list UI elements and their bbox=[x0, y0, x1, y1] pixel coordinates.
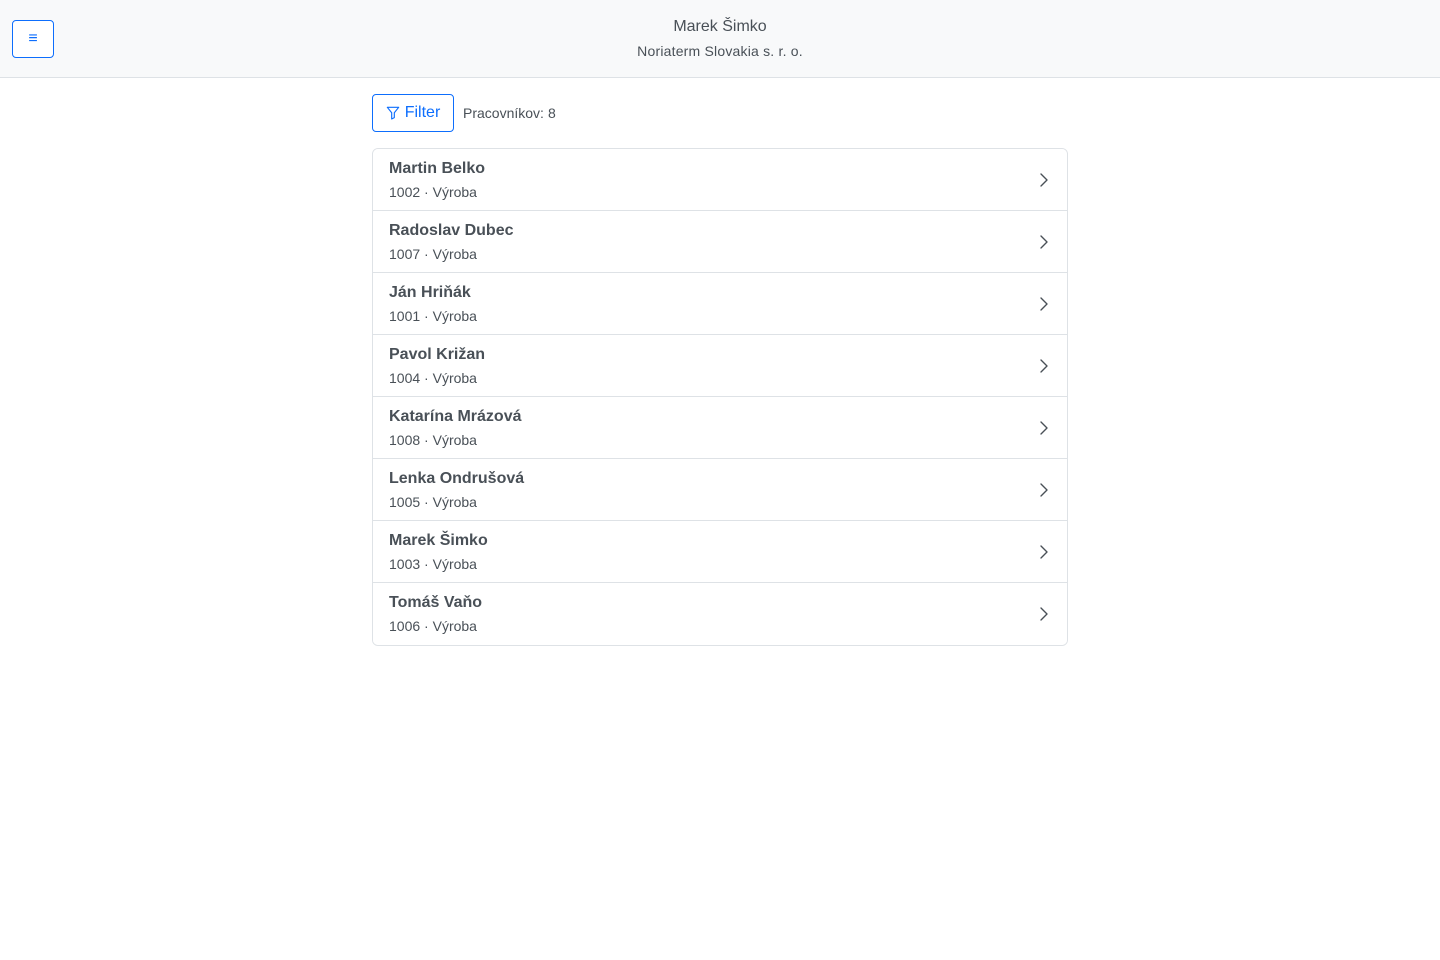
worker-list-item[interactable]: Tomáš Vaňo 1006 · Výroba bbox=[373, 583, 1067, 645]
worker-list-item[interactable]: Katarína Mrázová 1008 · Výroba bbox=[373, 397, 1067, 459]
worker-department: Výroba bbox=[432, 432, 477, 448]
worker-department: Výroba bbox=[432, 556, 477, 572]
worker-id: 1006 bbox=[389, 618, 421, 634]
worker-meta: 1007 · Výroba bbox=[389, 246, 477, 262]
filter-label: Filter bbox=[404, 104, 441, 121]
worker-department: Výroba bbox=[432, 370, 477, 386]
chevron-right-icon bbox=[1040, 483, 1048, 497]
worker-meta: 1005 · Výroba bbox=[389, 494, 477, 510]
meta-separator: · bbox=[420, 184, 433, 200]
meta-separator: · bbox=[420, 618, 433, 634]
worker-id: 1004 bbox=[389, 370, 421, 386]
chevron-right-icon bbox=[1040, 607, 1048, 621]
worker-id: 1005 bbox=[389, 494, 421, 510]
worker-name: Lenka Ondrušová bbox=[389, 470, 525, 487]
worker-name: Radoslav Dubec bbox=[389, 222, 514, 239]
chevron-right-icon bbox=[1040, 359, 1048, 373]
chevron-right-icon bbox=[1040, 297, 1048, 311]
worker-meta: 1001 · Výroba bbox=[389, 308, 477, 324]
meta-separator: · bbox=[420, 246, 433, 262]
worker-meta: 1006 · Výroba bbox=[389, 618, 477, 634]
chevron-right-icon bbox=[1040, 173, 1048, 187]
meta-separator: · bbox=[420, 494, 433, 510]
worker-department: Výroba bbox=[432, 308, 477, 324]
company-name: Noriaterm Slovakia s. r. o. bbox=[637, 43, 803, 59]
user-name: Marek Šimko bbox=[673, 18, 767, 35]
worker-id: 1003 bbox=[389, 556, 421, 572]
filter-icon bbox=[386, 106, 399, 120]
worker-name: Marek Šimko bbox=[389, 532, 488, 549]
worker-department: Výroba bbox=[432, 494, 477, 510]
chevron-right-icon bbox=[1040, 545, 1048, 559]
worker-list-item[interactable]: Martin Belko 1002 · Výroba bbox=[373, 149, 1067, 211]
worker-name: Katarína Mrázová bbox=[389, 408, 522, 425]
worker-meta: 1004 · Výroba bbox=[389, 370, 477, 386]
worker-list-item[interactable]: Lenka Ondrušová 1005 · Výroba bbox=[373, 459, 1067, 521]
chevron-right-icon bbox=[1040, 235, 1048, 249]
worker-id: 1007 bbox=[389, 246, 421, 262]
worker-name: Pavol Križan bbox=[389, 346, 486, 363]
worker-meta: 1003 · Výroba bbox=[389, 556, 477, 572]
worker-meta: 1002 · Výroba bbox=[389, 184, 477, 200]
worker-count: Pracovníkov: 8 bbox=[463, 105, 556, 121]
worker-id: 1008 bbox=[389, 432, 421, 448]
toolbar: Filter Pracovníkov: 8 bbox=[372, 94, 556, 132]
worker-meta: 1008 · Výroba bbox=[389, 432, 477, 448]
worker-count-value: 8 bbox=[547, 105, 556, 121]
worker-list-item[interactable]: Ján Hriňák 1001 · Výroba bbox=[373, 273, 1067, 335]
worker-name: Ján Hriňák bbox=[389, 284, 471, 301]
worker-id: 1001 bbox=[389, 308, 421, 324]
worker-id: 1002 bbox=[389, 184, 421, 200]
worker-department: Výroba bbox=[432, 618, 477, 634]
worker-list-item[interactable]: Radoslav Dubec 1007 · Výroba bbox=[373, 211, 1067, 273]
filter-button[interactable]: Filter bbox=[372, 94, 454, 132]
worker-name: Tomáš Vaňo bbox=[389, 594, 483, 611]
worker-list-item[interactable]: Marek Šimko 1003 · Výroba bbox=[373, 521, 1067, 583]
app-header: ≡ Marek Šimko Noriaterm Slovakia s. r. o… bbox=[0, 0, 1440, 78]
meta-separator: · bbox=[420, 308, 433, 324]
worker-count-label: Pracovníkov: bbox=[463, 105, 544, 121]
worker-list-item[interactable]: Pavol Križan 1004 · Výroba bbox=[373, 335, 1067, 397]
worker-name: Martin Belko bbox=[389, 160, 486, 177]
meta-separator: · bbox=[420, 556, 433, 572]
chevron-right-icon bbox=[1040, 421, 1048, 435]
worker-department: Výroba bbox=[432, 184, 477, 200]
meta-separator: · bbox=[420, 370, 433, 386]
meta-separator: · bbox=[420, 432, 433, 448]
worker-list: Martin Belko 1002 · Výroba Radoslav Dubec 1… bbox=[372, 148, 1068, 646]
worker-department: Výroba bbox=[432, 246, 477, 262]
